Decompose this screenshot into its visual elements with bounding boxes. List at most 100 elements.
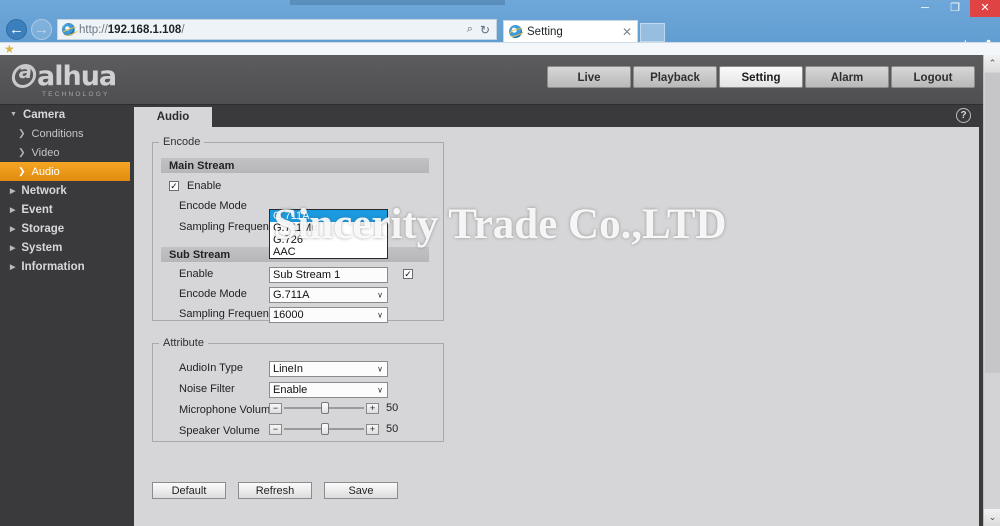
encode-group: Encode Main Stream ✓ Enable Encode Mode … (152, 136, 444, 323)
titlebar-shadow (290, 0, 505, 5)
speaker-increase-button[interactable]: + (366, 423, 379, 435)
sub-stream-encode-mode-row: Encode Mode (179, 288, 247, 300)
topnav-logout[interactable]: Logout (891, 66, 975, 88)
main-stream-header: Main Stream (161, 158, 429, 173)
noise-filter-label: Noise Filter (179, 383, 235, 395)
sidebar-item-audio[interactable]: ❯ Audio (0, 162, 130, 181)
chevron-down-icon: ∨ (377, 290, 383, 300)
window-close-button[interactable]: ✕ (970, 0, 1000, 17)
logo-subtitle: TECHNOLOGY (42, 90, 110, 98)
microphone-decrease-button[interactable]: − (269, 402, 282, 414)
search-icon[interactable]: ⌕ (467, 23, 473, 36)
top-navigation: Live Playback Setting Alarm Logout (547, 66, 975, 88)
tab-favicon-icon (509, 25, 522, 38)
audioin-type-select[interactable]: LineIn ∨ (269, 361, 388, 377)
sub-stream-sampling-select[interactable]: 16000 ∨ (269, 307, 388, 323)
main-stream-enable-row[interactable]: ✓ Enable (169, 180, 221, 192)
tab-close-icon[interactable]: ✕ (622, 25, 632, 39)
sub-stream-enable-label: Enable (179, 268, 214, 280)
url-path: / (181, 23, 185, 36)
new-tab-button[interactable] (640, 23, 665, 42)
sub-stream-encode-mode-label: Encode Mode (179, 288, 247, 300)
dropdown-option-g726[interactable]: G.726 (270, 234, 387, 246)
favorites-bar: ★ (0, 42, 1000, 56)
topnav-alarm[interactable]: Alarm (805, 66, 889, 88)
window-titlebar: ─ ❐ ✕ (0, 0, 1000, 17)
address-bar[interactable]: http://192.168.1.108/ ⌕ ↻ (57, 19, 497, 40)
triangle-right-icon: ▶ (10, 244, 16, 252)
encode-mode-dropdown-list[interactable]: G.711A G.711Mu G.726 AAC (269, 209, 388, 259)
main-stream-encode-mode-label: Encode Mode (179, 200, 247, 212)
tab-audio[interactable]: Audio (134, 107, 212, 127)
audioin-type-label: AudioIn Type (179, 362, 244, 374)
default-button[interactable]: Default (152, 482, 226, 499)
browser-tab-setting[interactable]: Setting ✕ (503, 20, 638, 42)
main-stream-enable-checkbox[interactable]: ✓ (169, 181, 179, 191)
web-page: alhua TECHNOLOGY Live Playback Setting A… (0, 55, 1000, 526)
sidebar-item-camera[interactable]: ▼ Camera (0, 105, 130, 124)
sub-stream-enable-checkbox[interactable]: ✓ (403, 269, 413, 279)
settings-panel: Encode Main Stream ✓ Enable Encode Mode … (134, 127, 979, 526)
triangle-down-icon: ▼ (10, 111, 17, 118)
scroll-up-arrow-icon[interactable]: ⌃ (984, 55, 1000, 72)
speaker-decrease-button[interactable]: − (269, 423, 282, 435)
window-minimize-button[interactable]: ─ (910, 0, 940, 17)
speaker-volume-label: Speaker Volume (179, 425, 260, 437)
tab-label: Setting (527, 25, 563, 38)
dropdown-option-g711a[interactable]: G.711A (270, 210, 387, 222)
sidebar-item-network[interactable]: ▶ Network (0, 181, 130, 200)
scrollbar-thumb[interactable] (985, 73, 1000, 373)
sidebar-item-storage[interactable]: ▶ Storage (0, 219, 130, 238)
sub-stream-enable-row: Enable (179, 268, 213, 280)
browser-navigation-row: ← → http://192.168.1.108/ ⌕ ↻ Setting ✕ … (0, 17, 1000, 53)
encode-legend: Encode (163, 136, 201, 148)
refresh-button[interactable]: Refresh (238, 482, 312, 499)
sidebar-item-label: Event (21, 203, 53, 216)
topnav-setting[interactable]: Setting (719, 66, 803, 88)
refresh-icon[interactable]: ↻ (480, 23, 490, 37)
main-stream-sampling-label: Sampling Frequency (179, 221, 280, 233)
sidebar-item-information[interactable]: ▶ Information (0, 257, 130, 276)
sub-stream-encode-mode-value: G.711A (273, 289, 310, 301)
forward-button[interactable]: → (31, 19, 52, 40)
attribute-group: Attribute AudioIn Type LineIn ∨ Noise Fi… (152, 337, 444, 442)
sub-stream-encode-mode-select[interactable]: G.711A ∨ (269, 287, 388, 303)
speaker-slider-track[interactable] (284, 423, 364, 435)
dropdown-option-aac[interactable]: AAC (270, 246, 387, 258)
save-button[interactable]: Save (324, 482, 398, 499)
dropdown-option-g711mu[interactable]: G.711Mu (270, 222, 387, 234)
scroll-down-arrow-icon[interactable]: ⌄ (984, 509, 1000, 526)
chevron-right-icon: ❯ (18, 166, 26, 176)
microphone-slider-track[interactable] (284, 402, 364, 414)
noise-filter-select[interactable]: Enable ∨ (269, 382, 388, 398)
back-button[interactable]: ← (6, 19, 27, 40)
help-icon[interactable]: ? (956, 108, 971, 123)
window-maximize-button[interactable]: ❐ (940, 0, 970, 17)
noise-filter-row: Noise Filter (179, 383, 235, 395)
microphone-volume-label: Microphone Volume (179, 404, 277, 416)
topnav-playback[interactable]: Playback (633, 66, 717, 88)
sub-stream-sampling-row: Sampling Frequency (179, 308, 280, 320)
speaker-slider-knob[interactable] (320, 423, 329, 435)
speaker-volume-row: Speaker Volume (179, 425, 260, 437)
sidebar-item-system[interactable]: ▶ System (0, 238, 130, 257)
topnav-live[interactable]: Live (547, 66, 631, 88)
audioin-type-row: AudioIn Type (179, 362, 243, 374)
sidebar-item-video[interactable]: ❯ Video (0, 143, 130, 162)
triangle-right-icon: ▶ (10, 187, 16, 195)
sidebar-item-label: Camera (22, 108, 66, 121)
microphone-slider-knob[interactable] (320, 402, 329, 414)
main-stream-sampling-row: Sampling Frequency (179, 221, 280, 233)
sidebar-item-label: System (21, 241, 63, 254)
sidebar-item-label: Conditions (31, 127, 84, 140)
triangle-right-icon: ▶ (10, 263, 16, 271)
microphone-volume-slider[interactable]: − + 50 (269, 402, 398, 414)
sidebar-item-conditions[interactable]: ❯ Conditions (0, 124, 130, 143)
vertical-scrollbar[interactable]: ⌃ ⌄ (983, 55, 1000, 526)
sub-stream-select[interactable]: Sub Stream 1 (269, 267, 388, 283)
add-to-favorites-icon[interactable]: ★ (4, 42, 15, 56)
sidebar-item-event[interactable]: ▶ Event (0, 200, 130, 219)
microphone-increase-button[interactable]: + (366, 402, 379, 414)
speaker-volume-slider[interactable]: − + 50 (269, 423, 398, 435)
sidebar-item-label: Audio (31, 165, 60, 178)
